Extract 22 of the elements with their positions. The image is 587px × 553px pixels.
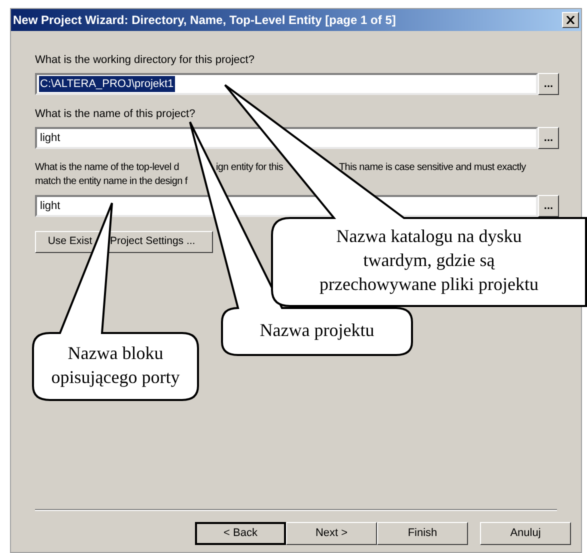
callout-text: Nazwa projektu [258, 319, 376, 342]
wizard-button[interactable]: Anuluj [480, 522, 571, 545]
field-label: What is the working directory for this project? [35, 53, 256, 67]
close-icon [566, 16, 575, 24]
browse-button[interactable]: ... [538, 195, 559, 217]
field-label: What is the name of this project? [35, 107, 196, 121]
wizard-button[interactable]: Finish [377, 522, 468, 545]
field-label: match the entity name in the design f [35, 175, 188, 189]
callout-text: Nazwa katalogu na dysku twardym, gdzie są przechowywane pliki projektu [318, 225, 540, 296]
use-existing-settings-button[interactable]: Use Exist Project Settings ... [35, 231, 213, 253]
browse-button[interactable]: ... [538, 127, 559, 149]
wizard-button[interactable]: Next > [286, 522, 377, 545]
text-field[interactable]: light [35, 127, 538, 149]
window-title: New Project Wizard: Directory, Name, Top-Level Entity [page 1 of 5] [13, 12, 396, 29]
field-label: What is the name of the top-level d [35, 161, 180, 175]
callout-text: Nazwa bloku opisującego porty [50, 342, 181, 389]
text-field[interactable]: C:\ALTERA_PROJ\projekt1 [35, 73, 538, 95]
browse-button[interactable]: ... [538, 73, 559, 95]
field-label: ign entity for this [216, 161, 284, 175]
field-label: This name is case sensitive and must exactly [339, 161, 526, 175]
wizard-button[interactable]: < Back [195, 522, 286, 545]
close-button[interactable] [562, 12, 579, 28]
